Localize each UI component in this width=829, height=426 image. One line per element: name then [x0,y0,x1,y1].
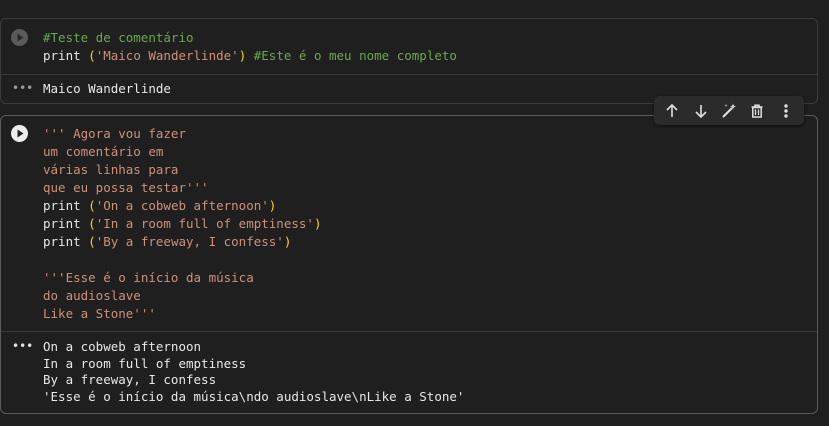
output-divider [1,74,817,75]
code-token-string: '''Esse é o início da música [43,270,254,285]
delete-cell-button[interactable] [745,99,769,123]
arrow-down-icon [695,104,707,118]
play-icon [17,129,24,138]
move-cell-down-button[interactable] [689,99,713,123]
more-options-button[interactable] [774,99,798,123]
magic-wand-icon [722,103,736,118]
code-token-string: Like a Stone''' [43,306,156,321]
trash-icon [751,103,763,118]
code-token-kw: print [43,198,89,213]
code-token-string: ''' Agora vou fazer [43,126,186,141]
code-token-string: 'By a freeway, I confess' [95,234,284,249]
code-token-paren: ) [283,234,292,249]
code-token-string: 'Maico Wanderlinde' [95,48,239,63]
code-line: Like a Stone''' [43,305,321,323]
output-menu-icon[interactable]: ••• [12,81,33,95]
code-token-string: um comentário em [43,144,164,159]
code-token-paren: ( [88,216,96,231]
code-line: print ('On a cobweb afternoon') [43,197,321,215]
output-line: In a room full of emptiness [43,355,247,371]
run-cell-button[interactable] [11,29,28,46]
code-line: do audioslave [43,287,321,305]
edit-cell-button[interactable] [717,99,741,123]
code-token-paren: ( [88,234,96,249]
code-line: '''Esse é o início da música [43,269,321,287]
more-vert-icon [784,103,788,118]
output-line: Maico Wanderlinde [43,81,171,96]
cell-output: Maico Wanderlinde [43,81,171,98]
code-line: print ('In a room full of emptiness') [43,215,321,233]
cell-output: On a cobweb afternoon In a room full of e… [43,339,464,405]
code-token-comment: #Este é o meu nome completo [246,48,457,63]
code-token-string: 'On a cobweb afternoon' [95,198,269,213]
code-lines: #Teste de comentário print ('Maico Wander… [43,29,457,65]
code-line: um comentário em [43,143,321,161]
code-cell-2[interactable]: ''' Agora vou fazer um comentário em vária… [0,115,818,414]
play-icon [17,33,24,42]
cell-toolbar [654,96,804,125]
code-line: várias linhas para [43,161,321,179]
code-token-paren: ( [88,48,96,63]
output-line: 'Esse é o início da música\ndo audioslav… [43,388,465,404]
code-token-paren: ) [268,198,277,213]
code-cell-1[interactable]: #Teste de comentário print ('Maico Wander… [0,18,818,104]
code-token-kw: print [43,234,89,249]
code-token-paren: ) [313,216,322,231]
code-editor[interactable]: ''' Agora vou fazer um comentário em vária… [1,116,817,332]
code-token-paren: ( [88,198,96,213]
arrow-up-icon [666,103,678,117]
code-token-string: do audioslave [43,288,141,303]
run-cell-button[interactable] [11,125,28,142]
code-line: #Teste de comentário [43,29,457,47]
output-menu-icon[interactable]: ••• [12,339,33,353]
code-editor[interactable]: #Teste de comentário print ('Maico Wander… [1,19,817,74]
code-line: que eu possa testar''' [43,179,321,197]
code-token-string: que eu possa testar''' [43,180,209,195]
code-lines: ''' Agora vou fazer um comentário em vária… [43,125,321,323]
code-token-string: várias linhas para [43,162,179,177]
move-cell-up-button[interactable] [660,99,684,123]
code-token-comment: #Teste de comentário [43,30,194,45]
code-line: print ('By a freeway, I confess') [43,233,321,251]
code-token-kw: print [43,48,89,63]
code-line: ''' Agora vou fazer [43,125,321,143]
output-line: On a cobweb afternoon [43,339,202,354]
output-divider [1,331,817,332]
code-line: print ('Maico Wanderlinde') #Este é o me… [43,47,457,65]
code-token-string: 'In a room full of emptiness' [95,216,314,231]
output-line: By a freeway, I confess [43,372,217,387]
code-token-kw: print [43,216,89,231]
